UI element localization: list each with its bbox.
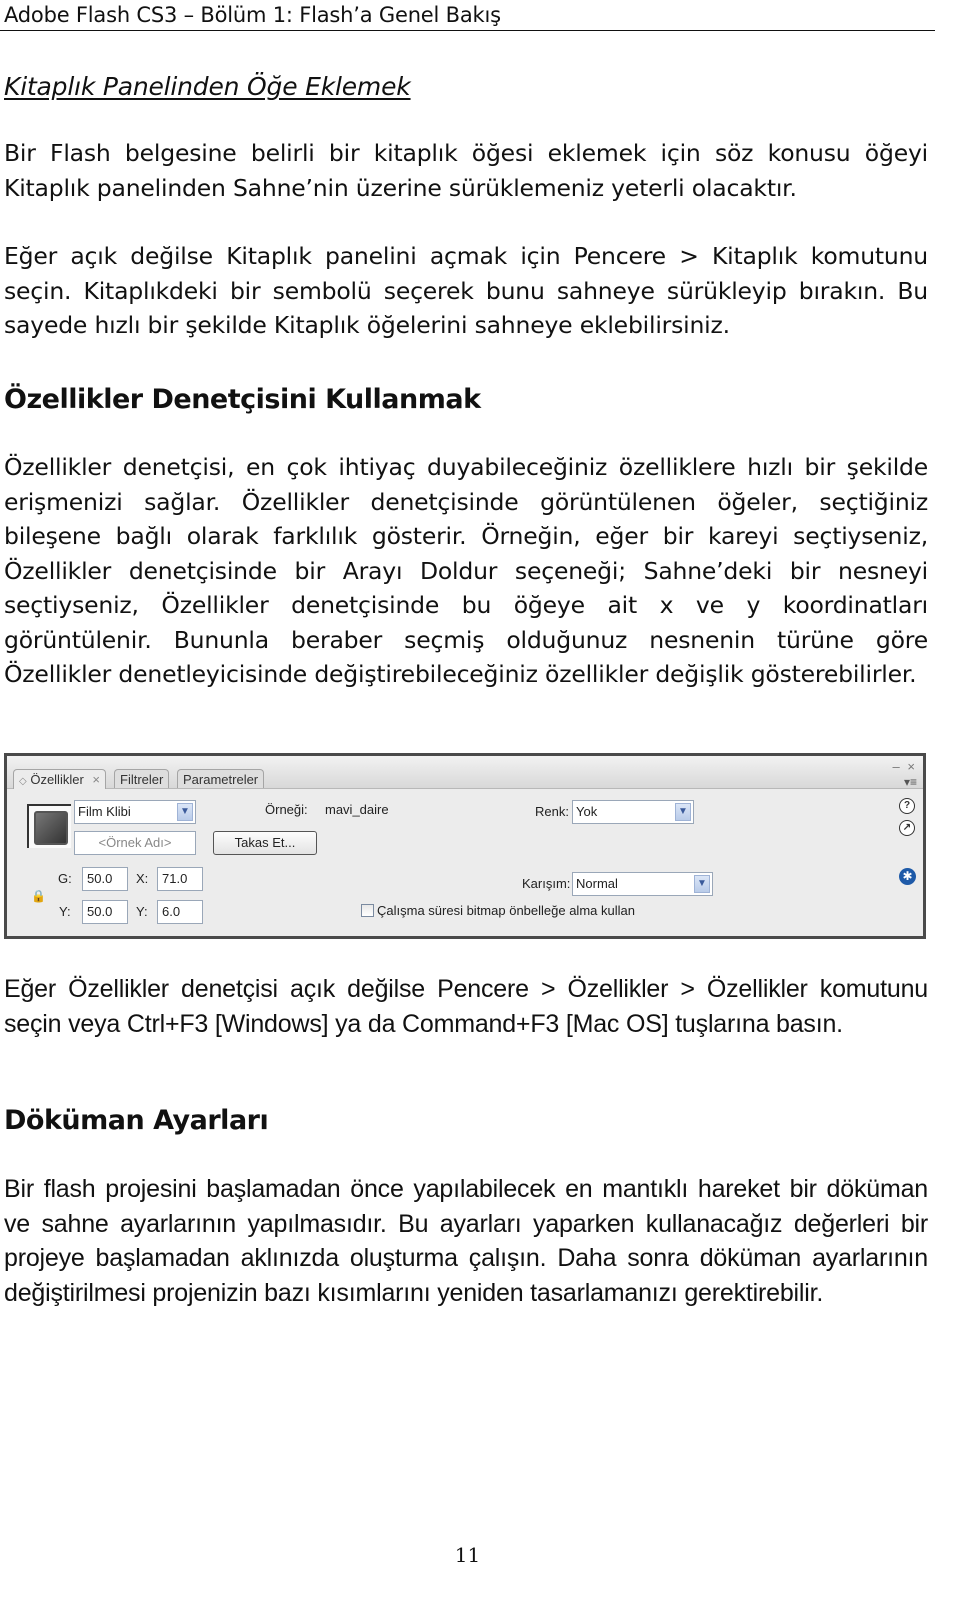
panel-menu-icon[interactable]: ▾≡	[904, 775, 917, 789]
instance-of-value: mavi_daire	[325, 802, 389, 817]
color-label: Renk:	[535, 804, 569, 819]
tab-properties[interactable]: ◇ Özellikler ×	[13, 769, 107, 789]
cache-bitmap-checkbox[interactable]	[361, 904, 374, 917]
page-number: 11	[454, 1543, 481, 1567]
paragraph: Özellikler denetçisi, en çok ihtiyaç duy…	[4, 453, 928, 688]
select-value: Yok	[576, 804, 598, 819]
width-label: G:	[58, 871, 72, 886]
symbol-type-icon	[27, 804, 71, 848]
swap-button[interactable]: Takas Et...	[213, 831, 317, 855]
paragraph: Bir Flash belgesine belirli bir kitaplık…	[4, 139, 928, 202]
header-rule	[0, 30, 935, 31]
section-heading-document-settings: Döküman Ayarları	[4, 1105, 269, 1136]
instance-of-label: Örneği:	[265, 802, 308, 817]
tab-label: Parametreler	[183, 772, 259, 787]
instance-name-input[interactable]: <Örnek Adı>	[74, 831, 196, 855]
diamond-icon: ◇	[19, 776, 27, 787]
running-head: Adobe Flash CS3 – Bölüm 1: Flash’a Genel…	[4, 3, 501, 27]
paragraph: Eğer açık değilse Kitaplık panelini açma…	[4, 242, 928, 339]
cache-bitmap-label: Çalışma süresi bitmap önbelleğe alma kul…	[377, 903, 635, 918]
window-controls: – ×	[893, 759, 917, 774]
help-icon[interactable]: ?	[899, 798, 915, 814]
select-value: Normal	[576, 876, 618, 891]
tab-label: Filtreler	[120, 772, 164, 787]
paragraph: Bir flash projesini başlamadan önce yapı…	[4, 1175, 928, 1307]
tab-filters[interactable]: Filtreler	[114, 769, 170, 788]
section-heading-properties: Özellikler Denetçisini Kullanmak	[4, 384, 481, 415]
select-value: Film Klibi	[78, 804, 131, 819]
blend-label: Karışım:	[522, 876, 571, 891]
paragraph: Eğer Özellikler denetçisi açık değilse P…	[4, 975, 928, 1038]
width-input[interactable]: 50.0	[82, 867, 128, 891]
minimize-icon[interactable]: –	[893, 759, 902, 774]
x-input[interactable]: 71.0	[157, 867, 203, 891]
symbol-type-select[interactable]: Film Klibi ▼	[74, 800, 196, 824]
lock-icon[interactable]: 🔒	[31, 889, 46, 903]
chevron-down-icon: ▼	[177, 803, 193, 821]
tab-label: Özellikler	[30, 772, 84, 787]
chevron-down-icon: ▼	[694, 875, 710, 893]
accessibility-icon[interactable]: ✱	[899, 868, 916, 885]
section-heading-library: Kitaplık Panelinden Öğe Eklemek	[4, 72, 411, 101]
y-label: Y:	[136, 904, 148, 919]
x-label: X:	[136, 871, 149, 886]
chevron-down-icon: ▼	[675, 803, 691, 821]
tab-parameters[interactable]: Parametreler	[177, 769, 265, 788]
y-input[interactable]: 6.0	[157, 900, 203, 924]
panel-tab-bar: ◇ Özellikler × Filtreler Parametreler – …	[7, 756, 923, 789]
blend-select[interactable]: Normal ▼	[572, 872, 713, 896]
color-select[interactable]: Yok ▼	[572, 800, 694, 824]
properties-panel: ◇ Özellikler × Filtreler Parametreler – …	[4, 753, 926, 939]
close-icon[interactable]: ×	[907, 759, 917, 774]
close-tab-icon[interactable]: ×	[92, 772, 100, 787]
edit-icon[interactable]: ↗	[899, 820, 915, 836]
height-label: Y:	[59, 904, 71, 919]
height-input[interactable]: 50.0	[82, 900, 128, 924]
